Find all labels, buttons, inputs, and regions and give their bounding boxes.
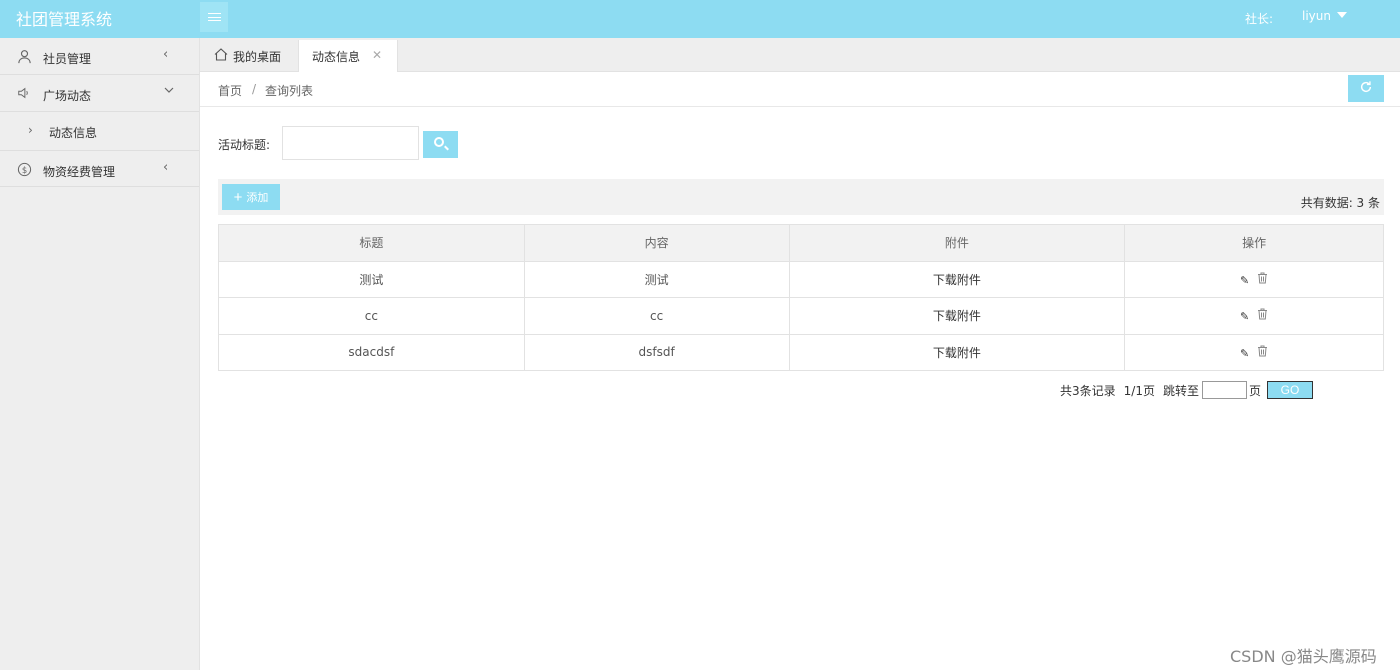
sidebar-subitem-label: 动态信息 — [49, 126, 98, 140]
hamburger-icon — [207, 13, 221, 21]
page-number-input[interactable] — [1201, 381, 1247, 399]
sidebar-item-label: 物资经费管理 — [43, 165, 116, 179]
sidebar-subitem-news[interactable]: › 动态信息 — [0, 112, 199, 150]
sidebar: 社员管理 ‹ 广场动态 › 动态信息 $ 物资经费管理 ‹ — [0, 38, 200, 670]
refresh-button[interactable] — [1348, 75, 1384, 102]
plus-icon: + — [233, 188, 243, 206]
dollar-circle-icon: $ — [16, 162, 32, 178]
pencil-icon[interactable]: ✎ — [1240, 310, 1249, 323]
menu-toggle-button[interactable] — [200, 2, 228, 32]
search-label: 活动标题: — [218, 138, 271, 152]
trash-icon[interactable] — [1257, 345, 1268, 360]
download-attachment-link[interactable]: 下载附件 — [788, 333, 1126, 371]
breadcrumb-current: 查询列表 — [265, 84, 314, 98]
sidebar-item-label: 广场动态 — [43, 89, 92, 103]
cell-content: 测试 — [523, 260, 790, 298]
search-icon — [434, 137, 444, 147]
sidebar-item-materials[interactable]: $ 物资经费管理 ‹ — [0, 150, 199, 187]
jump-label: 跳转至 — [1162, 383, 1199, 398]
page-indicator: 1/1页 — [1123, 383, 1155, 398]
cell-actions: ✎ — [1124, 297, 1384, 335]
search-input[interactable] — [282, 126, 419, 160]
cell-actions: ✎ — [1124, 260, 1384, 298]
pencil-icon[interactable]: ✎ — [1240, 274, 1249, 287]
column-header: 附件 — [788, 224, 1126, 262]
total-count: 共有数据: 3 条 — [1300, 196, 1380, 210]
user-menu[interactable]: liyun — [1302, 9, 1347, 23]
breadcrumb-home[interactable]: 首页 — [218, 82, 242, 99]
table-row: 测试 测试 下载附件 ✎ — [218, 260, 1384, 298]
pagination: 共3条记录 1/1页 跳转至 页 GO — [1060, 380, 1313, 400]
watermark: CSDN @猫头鹰源码 — [1230, 647, 1377, 666]
home-icon — [214, 48, 228, 64]
breadcrumb: 首页 / 查询列表 — [200, 72, 1400, 107]
search-button[interactable] — [423, 131, 458, 158]
table-toolbar: + 添加 共有数据: 3 条 — [218, 179, 1384, 215]
go-button[interactable]: GO — [1267, 381, 1313, 399]
data-table: 标题 内容 附件 操作 测试 测试 下载附件 ✎ cc cc 下载附件 ✎ sd… — [218, 224, 1384, 371]
download-attachment-link[interactable]: 下载附件 — [788, 260, 1126, 298]
records-count: 共3条记录 — [1060, 383, 1116, 398]
app-title: 社团管理系统 — [16, 10, 113, 29]
cell-title: 测试 — [218, 260, 525, 298]
caret-down-icon — [1336, 12, 1347, 18]
cell-title: cc — [218, 297, 525, 335]
trash-icon[interactable] — [1257, 272, 1268, 287]
refresh-icon — [1359, 80, 1373, 98]
trash-icon[interactable] — [1257, 308, 1268, 323]
cell-content: dsfsdf — [523, 333, 790, 371]
user-icon — [16, 49, 32, 65]
tab-news-info[interactable]: 动态信息 ✕ — [298, 40, 398, 72]
chevron-left-icon: ‹ — [163, 160, 169, 175]
role-label: 社长: — [1245, 12, 1274, 26]
table-row: cc cc 下载附件 ✎ — [218, 297, 1384, 335]
table-row: sdacdsf dsfsdf 下载附件 ✎ — [218, 333, 1384, 371]
cell-actions: ✎ — [1124, 333, 1384, 371]
close-icon[interactable]: ✕ — [372, 48, 382, 62]
top-header: 社团管理系统 社长: liyun — [0, 0, 1400, 38]
speaker-icon — [16, 86, 32, 102]
sidebar-item-label: 社员管理 — [43, 52, 92, 66]
svg-text:$: $ — [21, 165, 26, 175]
page-unit-label: 页 — [1248, 383, 1261, 398]
add-button[interactable]: + 添加 — [222, 184, 280, 210]
column-header: 标题 — [218, 224, 525, 262]
add-button-label: 添加 — [246, 192, 269, 204]
tab-bar: 我的桌面 动态信息 ✕ — [200, 38, 1400, 72]
download-attachment-link[interactable]: 下载附件 — [788, 297, 1126, 335]
cell-content: cc — [523, 297, 790, 335]
chevron-left-icon: ‹ — [163, 47, 169, 62]
column-header: 操作 — [1124, 224, 1384, 262]
table-header-row: 标题 内容 附件 操作 — [218, 224, 1384, 262]
sidebar-item-members[interactable]: 社员管理 ‹ — [0, 38, 199, 75]
chevron-right-icon: › — [28, 123, 33, 137]
pencil-icon[interactable]: ✎ — [1240, 347, 1249, 360]
breadcrumb-separator: / — [252, 82, 257, 96]
tab-label: 我的桌面 — [233, 49, 282, 64]
tab-my-desktop[interactable]: 我的桌面 — [200, 40, 298, 72]
tab-label: 动态信息 — [312, 49, 361, 64]
column-header: 内容 — [523, 224, 790, 262]
chevron-down-icon — [163, 84, 175, 100]
sidebar-item-plaza[interactable]: 广场动态 — [0, 75, 199, 112]
cell-title: sdacdsf — [218, 333, 525, 371]
username: liyun — [1302, 9, 1331, 23]
